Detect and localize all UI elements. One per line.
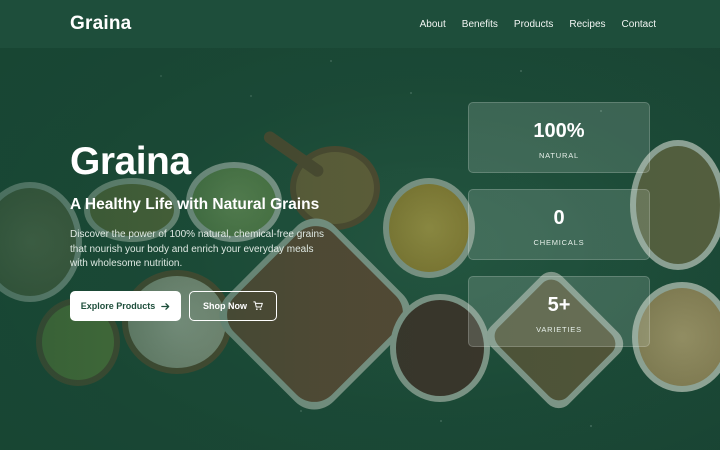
cart-icon [253, 301, 263, 311]
stat-card-natural: 100% NATURAL [468, 102, 650, 173]
hero-subtitle: A Healthy Life with Natural Grains [70, 196, 320, 213]
stat-card-varieties: 5+ VARIETIES [468, 276, 650, 347]
hero-buttons: Explore Products Shop Now [70, 291, 277, 321]
stat-label: CHEMICALS [533, 238, 585, 247]
stat-value: 0 [553, 207, 565, 229]
nav-links: About Benefits Products Recipes Contact [420, 19, 656, 30]
top-navbar: Graina About Benefits Products Recipes C… [0, 0, 720, 48]
stat-value: 5+ [547, 294, 571, 316]
explore-products-button[interactable]: Explore Products [70, 291, 181, 321]
nav-link-about[interactable]: About [420, 19, 446, 30]
stat-value: 100% [533, 120, 585, 142]
landing-page: Graina About Benefits Products Recipes C… [0, 0, 720, 450]
hero-title: Graina [70, 140, 191, 183]
hero-content: Graina A Healthy Life with Natural Grain… [70, 138, 350, 272]
logo[interactable]: Graina [70, 13, 131, 35]
nav-link-contact[interactable]: Contact [622, 19, 656, 30]
nav-link-recipes[interactable]: Recipes [569, 19, 605, 30]
explore-products-label: Explore Products [80, 301, 156, 311]
shop-now-label: Shop Now [203, 301, 247, 311]
stat-label: VARIETIES [536, 325, 582, 334]
stat-label: NATURAL [538, 151, 580, 160]
shop-now-button[interactable]: Shop Now [189, 291, 277, 321]
stat-card-chemicals: 0 CHEMICALS [468, 189, 650, 260]
nav-link-benefits[interactable]: Benefits [462, 19, 498, 30]
hero-description: Discover the power of 100% natural, chem… [70, 229, 325, 269]
arrow-right-icon [161, 302, 170, 311]
nav-link-products[interactable]: Products [514, 19, 553, 30]
